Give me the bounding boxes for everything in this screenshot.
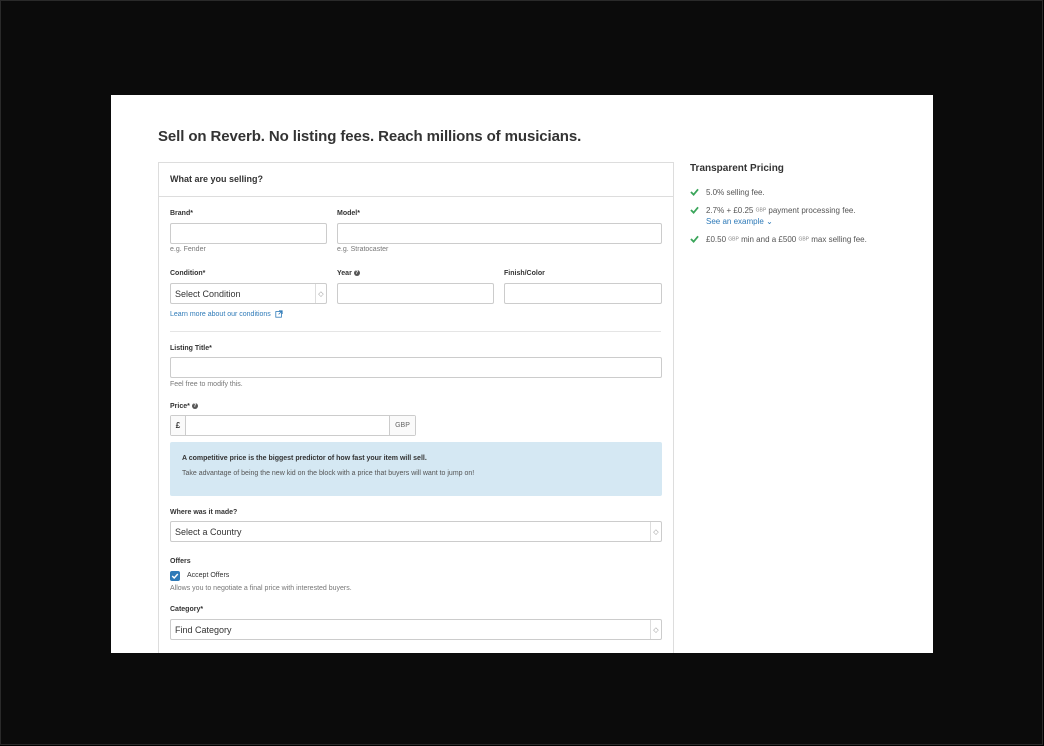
finish-input[interactable]: [504, 283, 662, 304]
pricing-list: 5.0% selling fee. 2.7% + £0.25 GBP payme…: [690, 187, 920, 246]
currency-tag: GBP: [755, 207, 767, 214]
checkmark-icon: [171, 573, 179, 580]
pricing-item-text: max selling fee.: [811, 235, 867, 245]
condition-select[interactable]: Select Condition ◇: [170, 283, 327, 304]
pricing-item-text: 5.0% selling fee.: [706, 188, 765, 197]
listing-title-input[interactable]: [170, 357, 662, 378]
brand-label: Brand*: [170, 210, 193, 217]
select-arrows-icon: ◇: [650, 620, 661, 639]
check-icon: [690, 188, 699, 196]
year-input[interactable]: [337, 283, 494, 304]
screen-frame: Sell on Reverb. No listing fees. Reach m…: [0, 0, 1043, 745]
price-input-group: £ GBP: [170, 415, 416, 436]
accept-offers-label[interactable]: Accept Offers: [187, 572, 229, 579]
pricing-title: Transparent Pricing: [690, 163, 784, 174]
help-icon[interactable]: ?: [353, 270, 360, 277]
currency-symbol: £: [171, 416, 186, 435]
accept-offers-checkbox[interactable]: [170, 571, 180, 581]
price-input[interactable]: [186, 416, 389, 435]
notice-title: A competitive price is the biggest predi…: [182, 455, 427, 462]
chevron-down-icon: ⌄: [766, 217, 773, 227]
country-select-value: Select a Country: [175, 527, 242, 537]
finish-label: Finish/Color: [504, 270, 545, 277]
pricing-notice: A competitive price is the biggest predi…: [170, 442, 662, 496]
pricing-item-text: 2.7% + £0.25: [706, 206, 754, 215]
pricing-item: 5.0% selling fee.: [690, 187, 920, 198]
section-divider: [170, 331, 661, 332]
check-icon: [690, 206, 699, 214]
currency-tag: GBP: [728, 236, 739, 243]
category-select[interactable]: Find Category ◇: [170, 619, 662, 640]
listing-title-label: Listing Title*: [170, 345, 212, 352]
notice-body: Take advantage of being the new kid on t…: [182, 470, 475, 477]
help-icon[interactable]: ?: [191, 403, 198, 410]
pricing-item-text: min and a £500: [741, 235, 797, 245]
price-label: Price*?: [170, 403, 198, 410]
form-section-title: What are you selling?: [159, 163, 673, 197]
pricing-item-text: payment processing fee.: [768, 206, 856, 215]
transparent-pricing: Transparent Pricing 5.0% selling fee. 2.…: [690, 162, 920, 253]
model-input[interactable]: [337, 223, 662, 244]
condition-select-value: Select Condition: [175, 289, 241, 299]
condition-label: Condition*: [170, 270, 206, 277]
listing-title-hint: Feel free to modify this.: [170, 381, 243, 388]
origin-label: Where was it made?: [170, 509, 238, 516]
conditions-link[interactable]: Learn more about our conditions: [170, 310, 283, 318]
brand-input[interactable]: [170, 223, 327, 244]
pricing-item-text: £0.50: [706, 235, 727, 245]
model-hint: e.g. Stratocaster: [337, 246, 389, 253]
page-headline: Sell on Reverb. No listing fees. Reach m…: [158, 128, 582, 145]
brand-hint: e.g. Fender: [170, 246, 206, 253]
external-link-icon: [275, 310, 283, 318]
see-example-link[interactable]: See an example ⌄: [706, 216, 920, 227]
pricing-item: £0.50 GBP min and a £500 GBP max selling…: [690, 234, 920, 245]
offers-hint: Allows you to negotiate a final price wi…: [170, 585, 352, 592]
select-arrows-icon: ◇: [315, 284, 326, 303]
country-select[interactable]: Select a Country ◇: [170, 521, 662, 542]
sell-page: Sell on Reverb. No listing fees. Reach m…: [111, 95, 933, 653]
category-select-value: Find Category: [175, 625, 232, 635]
currency-code: GBP: [389, 416, 415, 435]
listing-form-card: What are you selling? Brand* e.g. Fender…: [158, 162, 674, 653]
year-label: Year?: [337, 270, 360, 277]
select-arrows-icon: ◇: [650, 522, 661, 541]
check-icon: [690, 236, 699, 244]
pricing-item: 2.7% + £0.25 GBP payment processing fee.…: [690, 205, 920, 227]
currency-tag: GBP: [798, 236, 810, 243]
model-label: Model*: [337, 210, 360, 217]
category-label: Category*: [170, 606, 204, 613]
offers-label: Offers: [170, 558, 191, 565]
